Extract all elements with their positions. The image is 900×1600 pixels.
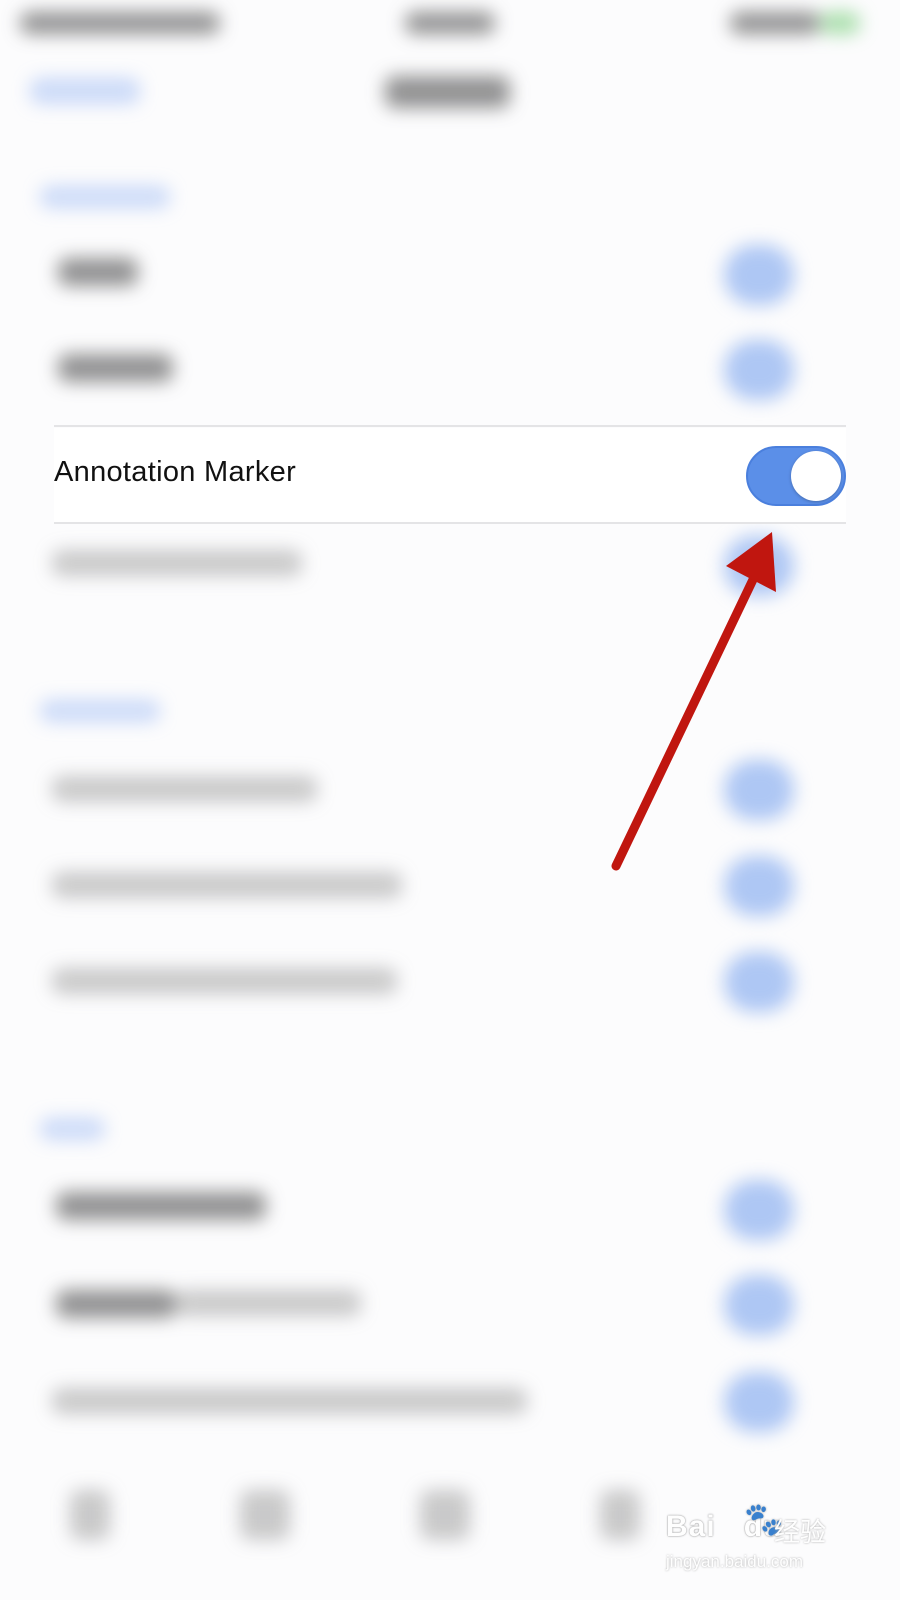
blurred-background bbox=[0, 0, 900, 1600]
settings-row-annotation-marker[interactable]: Annotation Marker bbox=[54, 428, 846, 522]
row-divider-top bbox=[54, 425, 846, 427]
row-label: Annotation Marker bbox=[54, 456, 297, 488]
watermark-service: 经验 bbox=[774, 1517, 827, 1547]
baidu-jingyan-watermark: Bai du 🐾 经验 jingyan.baidu.com bbox=[666, 1500, 836, 1580]
settings-screen: Annotation Marker Bai du 🐾 经验 jingyan.ba… bbox=[0, 0, 900, 1600]
row-divider-bottom bbox=[54, 522, 846, 524]
annotation-marker-toggle[interactable] bbox=[746, 446, 846, 506]
toggle-knob bbox=[791, 451, 841, 501]
watermark-url: jingyan.baidu.com bbox=[666, 1552, 804, 1571]
